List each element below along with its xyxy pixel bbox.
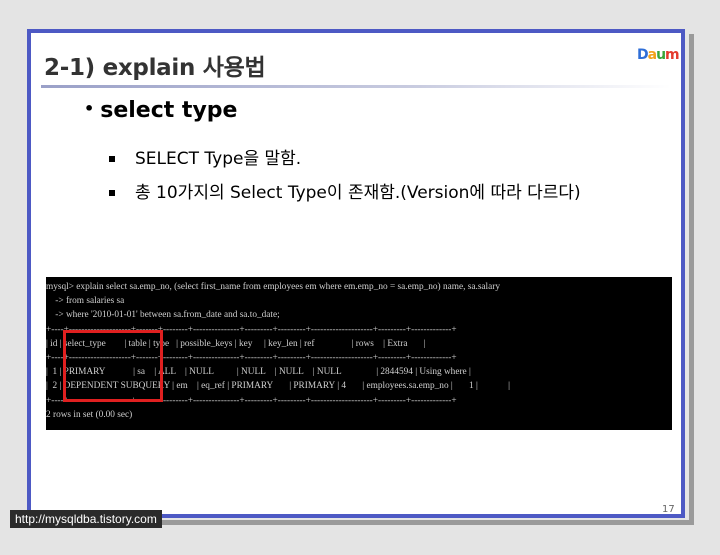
bullet-list: SELECT Type을 말함. 총 10가지의 Select Type이 존재…: [109, 149, 581, 217]
daum-logo: Daum: [637, 47, 680, 63]
console-line: mysql> explain select sa.emp_no, (select…: [46, 282, 501, 292]
select-type-highlight-box: [63, 330, 163, 402]
console-line: -> from salaries sa: [46, 296, 125, 307]
slide-title-area: 2-1) explain 사용법 Daum: [31, 33, 681, 95]
bullet-text: SELECT Type을 말함.: [135, 149, 302, 169]
bullet-item: SELECT Type을 말함.: [109, 149, 581, 169]
slide-title: 2-1) explain 사용법: [44, 55, 266, 81]
bullet-item: 총 10가지의 Select Type이 존재함.(Version에 따라 다르…: [109, 183, 581, 203]
slide-shadow-right: [689, 34, 694, 523]
bullet-dot-icon: •: [84, 99, 95, 118]
console-line: 2 rows in set (0.00 sec): [46, 409, 133, 420]
bullet-text: 총 10가지의 Select Type이 존재함.(Version에 따라 다르…: [135, 183, 581, 203]
square-bullet-icon: [109, 156, 115, 162]
title-underline: [41, 85, 671, 88]
heading-text: select type: [100, 98, 238, 123]
console-line: -> where '2010-01-01' between sa.from_da…: [46, 310, 280, 321]
watermark-url: http://mysqldba.tistory.com: [10, 510, 162, 528]
page-number: 17: [662, 504, 675, 515]
section-heading: • select type: [84, 98, 237, 123]
square-bullet-icon: [109, 190, 115, 196]
slide: 2-1) explain 사용법 Daum • select type SELEC…: [27, 29, 685, 518]
